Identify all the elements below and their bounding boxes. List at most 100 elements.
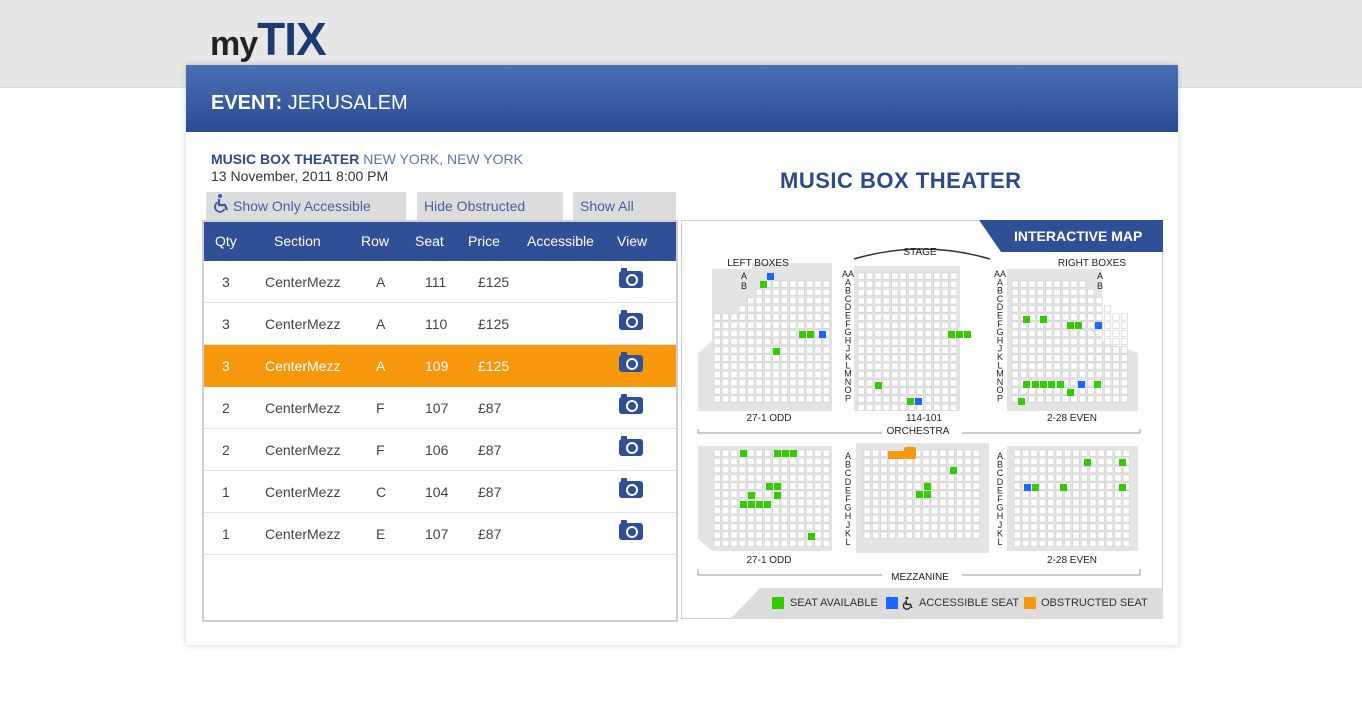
seat[interactable]	[1045, 362, 1053, 370]
seat[interactable]	[722, 466, 730, 474]
seat[interactable]	[1072, 507, 1080, 515]
seat[interactable]	[789, 490, 797, 498]
seat[interactable]	[722, 507, 730, 515]
seat[interactable]	[1106, 507, 1114, 515]
seat[interactable]	[806, 362, 814, 370]
seat[interactable]	[908, 280, 916, 288]
seat[interactable]	[1072, 474, 1080, 482]
seat[interactable]	[789, 395, 797, 403]
seat[interactable]	[822, 474, 830, 482]
seat[interactable]	[1047, 474, 1055, 482]
seat[interactable]	[941, 346, 949, 354]
seat[interactable]	[1104, 305, 1112, 313]
seat[interactable]	[897, 474, 905, 482]
seat[interactable]	[1095, 395, 1103, 403]
seat[interactable]	[872, 474, 880, 482]
seat[interactable]	[857, 362, 865, 370]
seat[interactable]	[1045, 305, 1053, 313]
seat[interactable]	[880, 482, 888, 490]
seat[interactable]	[1080, 490, 1088, 498]
seat[interactable]	[908, 313, 916, 321]
seat[interactable]	[930, 482, 938, 490]
seat-accessible[interactable]	[1095, 322, 1102, 329]
seat[interactable]	[755, 338, 763, 346]
seat[interactable]	[950, 371, 958, 379]
seat[interactable]	[755, 379, 763, 387]
seat-available[interactable]	[808, 533, 815, 540]
seat[interactable]	[1089, 474, 1097, 482]
seat[interactable]	[1095, 338, 1103, 346]
seat[interactable]	[822, 482, 830, 490]
seat[interactable]	[772, 498, 780, 506]
seat[interactable]	[924, 280, 932, 288]
seat-obstructed[interactable]	[888, 451, 896, 459]
seat[interactable]	[882, 280, 890, 288]
seat[interactable]	[1062, 354, 1070, 362]
seat[interactable]	[755, 354, 763, 362]
seat[interactable]	[755, 449, 763, 457]
seat[interactable]	[899, 289, 907, 297]
seat[interactable]	[780, 387, 788, 395]
seat[interactable]	[1064, 507, 1072, 515]
seat[interactable]	[1055, 539, 1063, 547]
seat[interactable]	[1013, 482, 1021, 490]
seat[interactable]	[780, 395, 788, 403]
hide-obstructed-button[interactable]: Hide Obstructed Seats	[417, 192, 563, 242]
seat[interactable]	[933, 272, 941, 280]
seat[interactable]	[772, 523, 780, 531]
seat[interactable]	[1080, 531, 1088, 539]
seat[interactable]	[1064, 498, 1072, 506]
seat[interactable]	[905, 531, 913, 539]
seat[interactable]	[956, 474, 964, 482]
camera-icon[interactable]	[619, 394, 643, 414]
seat[interactable]	[822, 313, 830, 321]
seat[interactable]	[730, 321, 738, 329]
seat[interactable]	[1106, 490, 1114, 498]
seat[interactable]	[1097, 507, 1105, 515]
seat[interactable]	[1013, 474, 1021, 482]
seat[interactable]	[1080, 482, 1088, 490]
seat[interactable]	[1120, 321, 1128, 329]
seat[interactable]	[1087, 313, 1095, 321]
table-row[interactable]: 2 CenterMezz F 107 £87	[204, 387, 676, 429]
seat[interactable]	[1122, 531, 1130, 539]
seat[interactable]	[738, 539, 746, 547]
seat[interactable]	[874, 313, 882, 321]
seat[interactable]	[1087, 354, 1095, 362]
seat[interactable]	[780, 346, 788, 354]
seat[interactable]	[924, 305, 932, 313]
seat[interactable]	[780, 482, 788, 490]
seat[interactable]	[1078, 362, 1086, 370]
seat[interactable]	[947, 457, 955, 465]
seat[interactable]	[814, 457, 822, 465]
seat[interactable]	[914, 531, 922, 539]
seat[interactable]	[797, 474, 805, 482]
seat[interactable]	[1106, 523, 1114, 531]
seat[interactable]	[755, 482, 763, 490]
seat[interactable]	[1038, 498, 1046, 506]
seat[interactable]	[1062, 297, 1070, 305]
seat[interactable]	[1097, 539, 1105, 547]
seat[interactable]	[924, 338, 932, 346]
seat[interactable]	[972, 466, 980, 474]
seat[interactable]	[1114, 507, 1122, 515]
seat[interactable]	[1106, 457, 1114, 465]
seat[interactable]	[1013, 531, 1021, 539]
seat[interactable]	[930, 531, 938, 539]
seat[interactable]	[1097, 531, 1105, 539]
seat[interactable]	[1097, 457, 1105, 465]
seat[interactable]	[1064, 539, 1072, 547]
seat[interactable]	[755, 507, 763, 515]
seat[interactable]	[1080, 523, 1088, 531]
seat[interactable]	[1087, 338, 1095, 346]
seat[interactable]	[806, 490, 814, 498]
logo[interactable]: myTIX	[210, 12, 327, 66]
seat[interactable]	[908, 362, 916, 370]
seat[interactable]	[1028, 387, 1036, 395]
seat[interactable]	[814, 370, 822, 378]
seat[interactable]	[882, 297, 890, 305]
seat[interactable]	[916, 403, 924, 411]
seat[interactable]	[797, 297, 805, 305]
seat[interactable]	[738, 329, 746, 337]
seat[interactable]	[1064, 457, 1072, 465]
